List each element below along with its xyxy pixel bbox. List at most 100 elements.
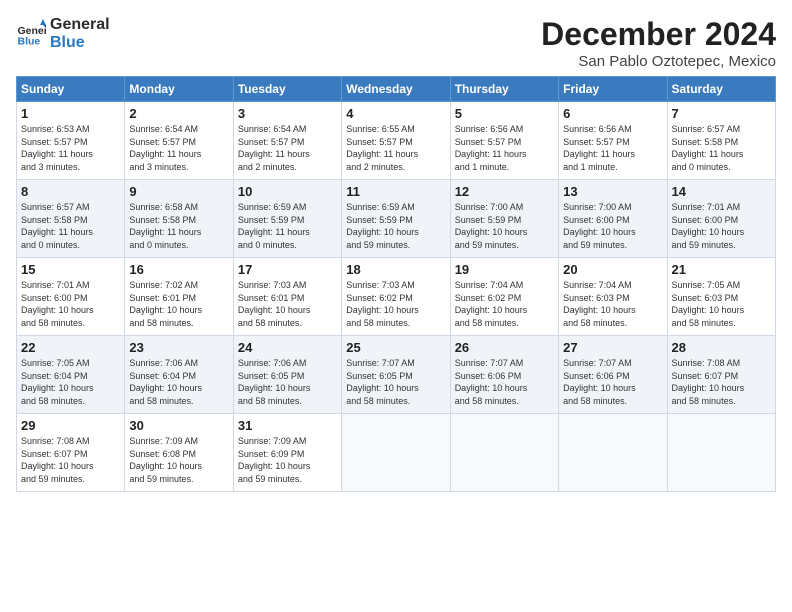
col-tuesday: Tuesday bbox=[233, 77, 341, 102]
location-subtitle: San Pablo Oztotepec, Mexico bbox=[541, 53, 776, 70]
day-info: Sunrise: 7:00 AM Sunset: 6:00 PM Dayligh… bbox=[563, 201, 662, 251]
calendar-cell: 16 Sunrise: 7:02 AM Sunset: 6:01 PM Dayli… bbox=[125, 258, 233, 336]
day-number: 21 bbox=[672, 262, 771, 277]
calendar-cell: 7Sunrise: 6:57 AM Sunset: 5:58 PM Daylig… bbox=[667, 102, 775, 180]
calendar-week-2: 8 Sunrise: 6:57 AM Sunset: 5:58 PM Daylig… bbox=[17, 180, 776, 258]
calendar-cell bbox=[667, 414, 775, 492]
day-number: 10 bbox=[238, 184, 337, 199]
col-saturday: Saturday bbox=[667, 77, 775, 102]
calendar-cell bbox=[559, 414, 667, 492]
day-info: Sunrise: 6:54 AM Sunset: 5:57 PM Dayligh… bbox=[129, 123, 228, 173]
calendar-cell: 29 Sunrise: 7:08 AM Sunset: 6:07 PM Dayli… bbox=[17, 414, 125, 492]
day-number: 30 bbox=[129, 418, 228, 433]
col-wednesday: Wednesday bbox=[342, 77, 450, 102]
day-number: 29 bbox=[21, 418, 120, 433]
calendar-cell: 24 Sunrise: 7:06 AM Sunset: 6:05 PM Dayli… bbox=[233, 336, 341, 414]
calendar-cell: 23 Sunrise: 7:06 AM Sunset: 6:04 PM Dayli… bbox=[125, 336, 233, 414]
calendar-cell: 28 Sunrise: 7:08 AM Sunset: 6:07 PM Dayli… bbox=[667, 336, 775, 414]
calendar-cell: 14 Sunrise: 7:01 AM Sunset: 6:00 PM Dayli… bbox=[667, 180, 775, 258]
day-number: 5 bbox=[455, 106, 554, 121]
col-thursday: Thursday bbox=[450, 77, 558, 102]
day-number: 20 bbox=[563, 262, 662, 277]
calendar-week-1: 1 Sunrise: 6:53 AM Sunset: 5:57 PM Daylig… bbox=[17, 102, 776, 180]
logo: General Blue General Blue bbox=[16, 16, 110, 51]
calendar-week-4: 22Sunrise: 7:05 AM Sunset: 6:04 PM Dayli… bbox=[17, 336, 776, 414]
day-info: Sunrise: 6:53 AM Sunset: 5:57 PM Dayligh… bbox=[21, 123, 120, 173]
header-row: Sunday Monday Tuesday Wednesday Thursday… bbox=[17, 77, 776, 102]
calendar-cell: 9 Sunrise: 6:58 AM Sunset: 5:58 PM Daylig… bbox=[125, 180, 233, 258]
day-number: 25 bbox=[346, 340, 445, 355]
calendar-cell bbox=[342, 414, 450, 492]
day-info: Sunrise: 6:58 AM Sunset: 5:58 PM Dayligh… bbox=[129, 201, 228, 251]
day-info: Sunrise: 7:08 AM Sunset: 6:07 PM Dayligh… bbox=[21, 435, 120, 485]
day-info: Sunrise: 7:02 AM Sunset: 6:01 PM Dayligh… bbox=[129, 279, 228, 329]
day-info: Sunrise: 6:54 AM Sunset: 5:57 PM Dayligh… bbox=[238, 123, 337, 173]
page-container: General Blue General Blue December 2024 … bbox=[0, 0, 792, 500]
day-number: 24 bbox=[238, 340, 337, 355]
day-number: 8 bbox=[21, 184, 120, 199]
calendar-cell: 1 Sunrise: 6:53 AM Sunset: 5:57 PM Daylig… bbox=[17, 102, 125, 180]
calendar-cell: 4 Sunrise: 6:55 AM Sunset: 5:57 PM Daylig… bbox=[342, 102, 450, 180]
day-number: 13 bbox=[563, 184, 662, 199]
day-info: Sunrise: 7:00 AM Sunset: 5:59 PM Dayligh… bbox=[455, 201, 554, 251]
day-number: 17 bbox=[238, 262, 337, 277]
logo-line1: General bbox=[50, 16, 110, 34]
day-number: 9 bbox=[129, 184, 228, 199]
day-number: 3 bbox=[238, 106, 337, 121]
calendar-cell: 12 Sunrise: 7:00 AM Sunset: 5:59 PM Dayli… bbox=[450, 180, 558, 258]
day-info: Sunrise: 7:04 AM Sunset: 6:03 PM Dayligh… bbox=[563, 279, 662, 329]
calendar-cell: 25Sunrise: 7:07 AM Sunset: 6:05 PM Dayli… bbox=[342, 336, 450, 414]
day-info: Sunrise: 7:01 AM Sunset: 6:00 PM Dayligh… bbox=[21, 279, 120, 329]
calendar-cell: 10 Sunrise: 6:59 AM Sunset: 5:59 PM Dayli… bbox=[233, 180, 341, 258]
day-info: Sunrise: 7:01 AM Sunset: 6:00 PM Dayligh… bbox=[672, 201, 771, 251]
day-info: Sunrise: 7:07 AM Sunset: 6:06 PM Dayligh… bbox=[563, 357, 662, 407]
day-info: Sunrise: 7:03 AM Sunset: 6:02 PM Dayligh… bbox=[346, 279, 445, 329]
day-number: 6 bbox=[563, 106, 662, 121]
day-info: Sunrise: 7:08 AM Sunset: 6:07 PM Dayligh… bbox=[672, 357, 771, 407]
day-info: Sunrise: 7:09 AM Sunset: 6:09 PM Dayligh… bbox=[238, 435, 337, 485]
day-number: 1 bbox=[21, 106, 120, 121]
day-info: Sunrise: 6:56 AM Sunset: 5:57 PM Dayligh… bbox=[455, 123, 554, 173]
day-info: Sunrise: 7:06 AM Sunset: 6:04 PM Dayligh… bbox=[129, 357, 228, 407]
day-info: Sunrise: 6:57 AM Sunset: 5:58 PM Dayligh… bbox=[672, 123, 771, 173]
calendar-cell: 21 Sunrise: 7:05 AM Sunset: 6:03 PM Dayli… bbox=[667, 258, 775, 336]
calendar-cell: 3 Sunrise: 6:54 AM Sunset: 5:57 PM Daylig… bbox=[233, 102, 341, 180]
day-info: Sunrise: 6:55 AM Sunset: 5:57 PM Dayligh… bbox=[346, 123, 445, 173]
day-number: 22 bbox=[21, 340, 120, 355]
day-info: Sunrise: 6:57 AM Sunset: 5:58 PM Dayligh… bbox=[21, 201, 120, 251]
day-info: Sunrise: 7:09 AM Sunset: 6:08 PM Dayligh… bbox=[129, 435, 228, 485]
calendar-cell: 19Sunrise: 7:04 AM Sunset: 6:02 PM Dayli… bbox=[450, 258, 558, 336]
calendar-cell: 31Sunrise: 7:09 AM Sunset: 6:09 PM Dayli… bbox=[233, 414, 341, 492]
day-number: 28 bbox=[672, 340, 771, 355]
calendar-cell: 2Sunrise: 6:54 AM Sunset: 5:57 PM Daylig… bbox=[125, 102, 233, 180]
calendar-cell: 18 Sunrise: 7:03 AM Sunset: 6:02 PM Dayli… bbox=[342, 258, 450, 336]
calendar-cell: 8 Sunrise: 6:57 AM Sunset: 5:58 PM Daylig… bbox=[17, 180, 125, 258]
day-info: Sunrise: 7:03 AM Sunset: 6:01 PM Dayligh… bbox=[238, 279, 337, 329]
calendar-cell: 17 Sunrise: 7:03 AM Sunset: 6:01 PM Dayli… bbox=[233, 258, 341, 336]
calendar-cell: 22Sunrise: 7:05 AM Sunset: 6:04 PM Dayli… bbox=[17, 336, 125, 414]
calendar-cell: 6Sunrise: 6:56 AM Sunset: 5:57 PM Daylig… bbox=[559, 102, 667, 180]
day-number: 18 bbox=[346, 262, 445, 277]
calendar-body: 1 Sunrise: 6:53 AM Sunset: 5:57 PM Daylig… bbox=[17, 102, 776, 492]
day-number: 14 bbox=[672, 184, 771, 199]
calendar-cell: 30 Sunrise: 7:09 AM Sunset: 6:08 PM Dayli… bbox=[125, 414, 233, 492]
day-number: 15 bbox=[21, 262, 120, 277]
calendar-cell: 27Sunrise: 7:07 AM Sunset: 6:06 PM Dayli… bbox=[559, 336, 667, 414]
day-number: 11 bbox=[346, 184, 445, 199]
day-number: 26 bbox=[455, 340, 554, 355]
col-friday: Friday bbox=[559, 77, 667, 102]
day-number: 16 bbox=[129, 262, 228, 277]
day-info: Sunrise: 7:06 AM Sunset: 6:05 PM Dayligh… bbox=[238, 357, 337, 407]
logo-line2: Blue bbox=[50, 34, 110, 52]
day-number: 4 bbox=[346, 106, 445, 121]
calendar-cell: 15 Sunrise: 7:01 AM Sunset: 6:00 PM Dayli… bbox=[17, 258, 125, 336]
day-info: Sunrise: 6:59 AM Sunset: 5:59 PM Dayligh… bbox=[238, 201, 337, 251]
calendar-cell: 5 Sunrise: 6:56 AM Sunset: 5:57 PM Daylig… bbox=[450, 102, 558, 180]
day-info: Sunrise: 7:05 AM Sunset: 6:03 PM Dayligh… bbox=[672, 279, 771, 329]
calendar-cell: 26Sunrise: 7:07 AM Sunset: 6:06 PM Dayli… bbox=[450, 336, 558, 414]
calendar-header: Sunday Monday Tuesday Wednesday Thursday… bbox=[17, 77, 776, 102]
calendar-cell: 13 Sunrise: 7:00 AM Sunset: 6:00 PM Dayli… bbox=[559, 180, 667, 258]
day-number: 19 bbox=[455, 262, 554, 277]
day-number: 12 bbox=[455, 184, 554, 199]
day-number: 23 bbox=[129, 340, 228, 355]
